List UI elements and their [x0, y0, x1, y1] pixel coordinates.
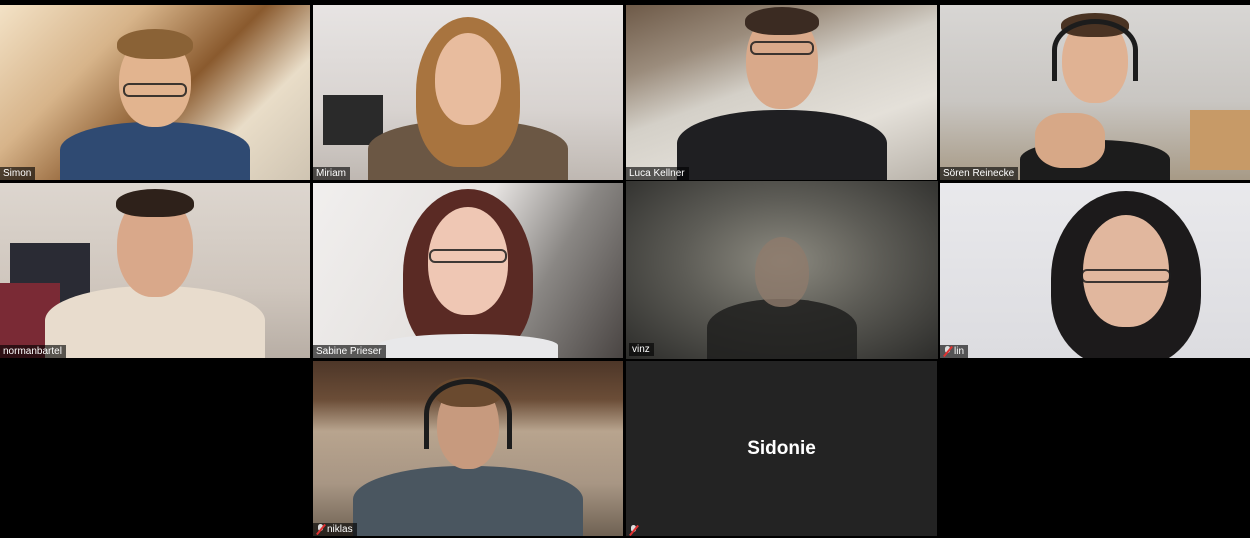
participant-figure — [378, 334, 558, 358]
participant-tile-lin[interactable]: lin — [940, 183, 1250, 358]
participant-tile-sidonie[interactable]: Sidonie — [626, 361, 937, 536]
video-grid: Simon Miriam Luca Kellner Sören Reinecke — [0, 0, 1250, 538]
participant-name: lin — [954, 346, 965, 357]
headset-shape — [1052, 19, 1138, 81]
participant-tile-soren-reinecke[interactable]: Sören Reinecke — [940, 5, 1250, 180]
participant-nameplate: Sören Reinecke — [940, 167, 1019, 180]
glasses-shape — [429, 249, 507, 263]
participant-name: niklas — [327, 524, 353, 535]
participant-figure — [676, 110, 887, 180]
participant-tile-normanbartel[interactable]: normanbartel — [0, 183, 310, 358]
participant-tile-niklas[interactable]: niklas — [313, 361, 623, 536]
glasses-shape — [123, 83, 187, 97]
participant-nameplate: Sabine Prieser — [313, 345, 386, 358]
participant-nameplate: Simon — [0, 167, 36, 180]
participant-name: Sabine Prieser — [316, 346, 382, 357]
participant-name: Miriam — [316, 168, 346, 179]
participant-figure — [707, 299, 857, 359]
participant-name: Sören Reinecke — [943, 168, 1015, 179]
participant-tile-sabine-prieser[interactable]: Sabine Prieser — [313, 183, 623, 358]
headset-shape — [424, 379, 512, 449]
participant-nameplate: Luca Kellner — [626, 167, 689, 180]
participant-nameplate: Miriam — [313, 167, 350, 180]
participant-nameplate: niklas — [313, 523, 357, 536]
video-off-name: Sidonie — [747, 437, 816, 459]
participant-face — [755, 237, 809, 307]
mic-muted-icon — [629, 525, 638, 536]
participant-name: vinz — [632, 344, 650, 355]
participant-name: Luca Kellner — [629, 168, 685, 179]
participant-nameplate — [626, 525, 642, 536]
participant-nameplate: vinz — [629, 343, 654, 356]
mic-muted-icon — [316, 524, 325, 535]
participant-tile-luca-kellner[interactable]: Luca Kellner — [626, 5, 937, 180]
participant-face — [435, 33, 501, 125]
glasses-shape — [749, 41, 814, 55]
glasses-shape — [1081, 269, 1171, 283]
participant-tile-miriam[interactable]: Miriam — [313, 5, 623, 180]
participant-tile-vinz[interactable]: vinz — [626, 181, 938, 359]
mic-muted-icon — [943, 346, 952, 357]
participant-nameplate: normanbartel — [0, 345, 66, 358]
participant-figure — [60, 122, 250, 180]
participant-tile-simon[interactable]: Simon — [0, 5, 310, 180]
participant-figure — [353, 466, 583, 536]
participant-name: normanbartel — [3, 346, 62, 357]
participant-name: Simon — [3, 168, 32, 179]
participant-nameplate: lin — [940, 345, 969, 358]
